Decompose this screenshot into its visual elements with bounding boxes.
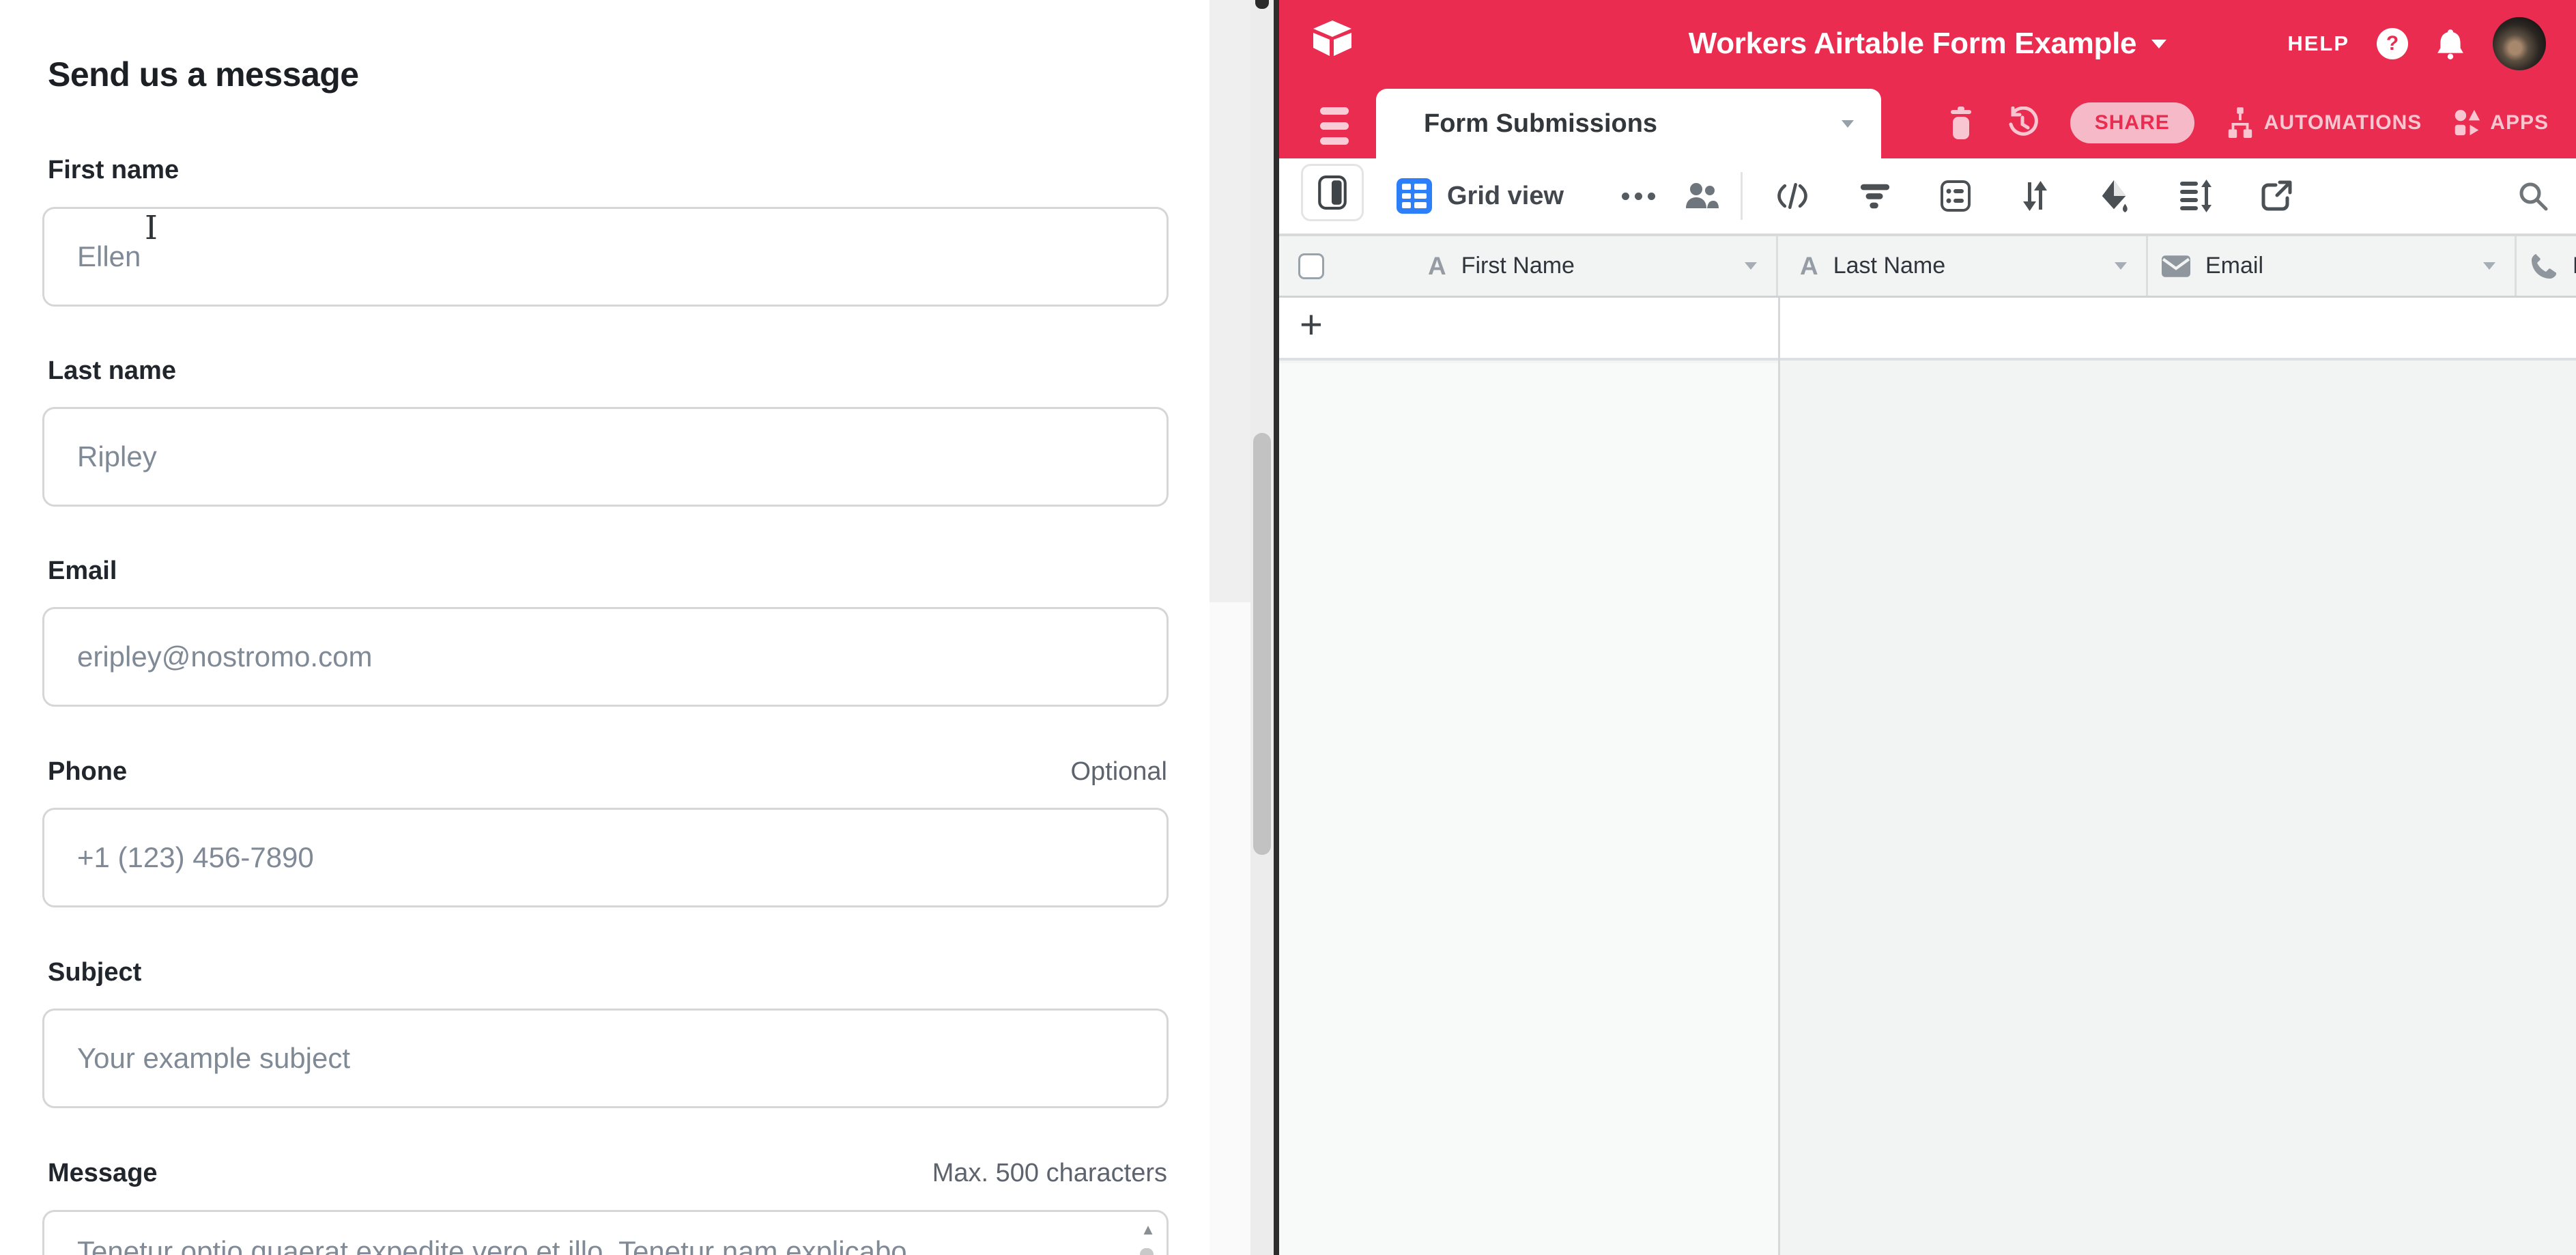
automations-icon [2226,107,2255,139]
share-button[interactable]: SHARE [2070,102,2194,143]
contact-form-pane: Send us a message First name I Last name… [0,0,1274,1255]
column-header-phone[interactable]: Phone [2517,236,2576,296]
apps-icon [2453,108,2480,138]
column-header-first-name[interactable]: A First Name [1394,236,1778,296]
notifications-bell-icon[interactable] [2435,28,2465,59]
column-caret-icon [2115,262,2127,270]
grid-view-icon [1397,178,1432,214]
grid-header-row: A First Name A Last Name Email [1279,236,2576,298]
base-title-caret-icon [2151,40,2166,48]
message-maxchars-note: Max. 500 characters [932,1159,1167,1188]
subject-label: Subject [48,958,141,987]
filter-icon[interactable] [1859,182,1891,210]
last-name-input[interactable] [42,407,1169,507]
user-avatar[interactable] [2493,17,2546,70]
phone-field-type-icon [2530,253,2558,280]
text-field-type-icon: A [1800,252,1818,281]
active-table-name: Form Submissions [1424,109,1657,139]
sort-icon[interactable] [2020,180,2049,212]
text-cursor-icon: I [145,209,158,247]
add-record-plus-icon[interactable]: + [1300,305,1323,345]
subject-input[interactable] [42,1009,1169,1108]
form-heading: Send us a message [48,55,359,94]
column-header-last-name[interactable]: A Last Name [1778,236,2148,296]
color-icon[interactable] [2098,179,2130,213]
view-name[interactable]: Grid view [1447,158,1564,234]
select-all-cell [1279,236,1394,296]
base-title: Workers Airtable Form Example [1689,27,2136,61]
search-icon[interactable] [2517,180,2549,212]
textarea-scroll-up-icon[interactable]: ▲ [1136,1221,1160,1239]
column-header-email[interactable]: Email [2148,236,2517,296]
help-question-icon[interactable]: ? [2377,28,2408,59]
frozen-column-divider[interactable] [1778,298,1780,1255]
last-name-label: Last name [48,356,176,386]
group-icon[interactable] [1940,180,1971,212]
email-field-type-icon [2162,255,2190,277]
text-field-type-icon: A [1428,252,1446,281]
phone-optional-note: Optional [1070,757,1167,787]
trash-icon[interactable] [1947,107,1975,139]
select-all-checkbox[interactable] [1298,253,1324,279]
phone-input[interactable] [42,808,1169,907]
first-name-input[interactable] [42,207,1169,307]
email-label: Email [48,556,117,586]
help-button[interactable]: HELP [2287,31,2349,56]
view-more-options-icon[interactable] [1622,158,1655,234]
message-label: Message [48,1159,158,1188]
share-view-icon[interactable] [2261,180,2292,212]
tables-menu-icon[interactable] [1320,107,1349,145]
tab-form-submissions[interactable]: Form Submissions [1376,89,1881,158]
view-sidebar-toggle-button[interactable] [1301,164,1364,221]
airtable-pane: Workers Airtable Form Example HELP ? For… [1279,0,2576,1255]
phone-label: Phone [48,757,127,787]
automations-button[interactable]: AUTOMATIONS [2226,107,2422,139]
first-name-label: First name [48,156,179,185]
column-caret-icon [1745,262,1757,270]
row-height-icon[interactable] [2179,180,2212,212]
history-icon[interactable] [2006,107,2039,139]
airtable-tabbar: Form Submissions [1279,87,2576,158]
window-split-divider[interactable] [1274,0,1279,1255]
sidebar-toggle-icon [1318,175,1347,210]
view-toolbar: Grid view [1279,158,2576,236]
form-page-scrollbar-thumb[interactable] [1253,433,1271,855]
hide-fields-icon[interactable] [1775,180,1810,212]
email-input[interactable] [42,607,1169,707]
collaborators-icon[interactable] [1683,180,1719,212]
textarea-scrollbar-thumb[interactable] [1140,1248,1154,1255]
column-caret-icon [2483,262,2495,270]
toolbar-divider [1741,172,1743,220]
grid-empty-area [1279,363,1778,1255]
airtable-topbar: Workers Airtable Form Example HELP ? [1279,0,2576,87]
apps-button[interactable]: APPS [2453,108,2549,138]
message-textarea[interactable] [42,1210,1169,1255]
add-record-row[interactable]: + [1279,298,2576,361]
form-side-gutter-lower [1210,602,1250,1255]
table-tab-caret-icon [1842,120,1854,128]
form-side-gutter [1210,0,1250,602]
